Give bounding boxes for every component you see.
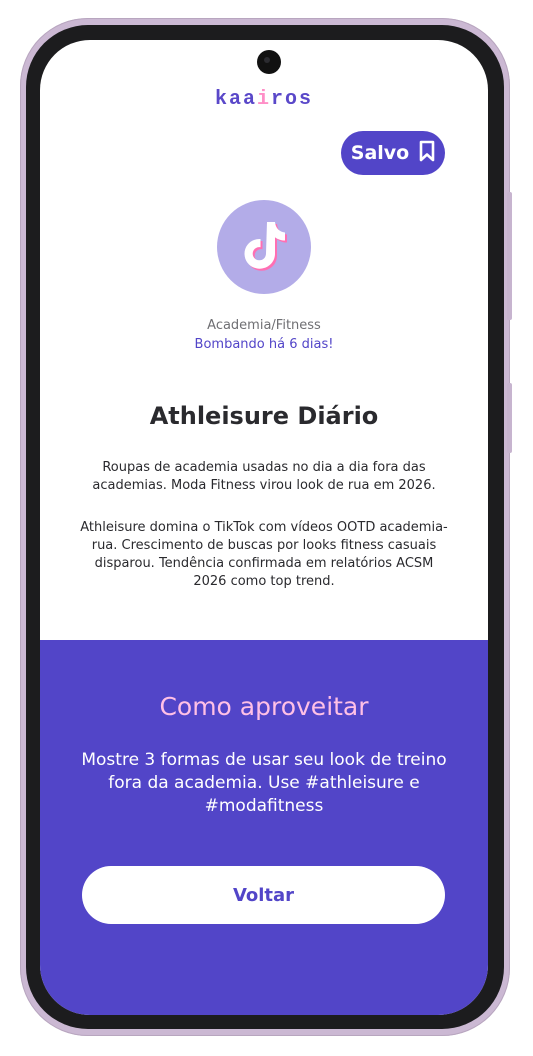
- phone-screen: kaairos Salvo Academia/Fitness Bombando …: [40, 40, 488, 1015]
- saved-label: Salvo: [350, 142, 410, 164]
- back-button[interactable]: Voltar: [82, 866, 445, 924]
- volume-button: [507, 192, 512, 320]
- trending-status: Bombando há 6 dias!: [194, 337, 334, 352]
- how-to-text: Mostre 3 formas de usar seu look de trei…: [81, 750, 447, 816]
- trend-details: Athleisure domina o TikTok com vídeos OO…: [80, 520, 448, 589]
- saved-button[interactable]: Salvo: [341, 131, 445, 175]
- trend-title: Athleisure Diário: [149, 402, 379, 430]
- how-to-section: Como aproveitar Mostre 3 formas de usar …: [40, 640, 488, 1015]
- tiktok-icon: [240, 218, 288, 276]
- how-to-title: Como aproveitar: [159, 692, 369, 721]
- app-logo: kaairos: [214, 88, 314, 111]
- bookmark-icon: [419, 140, 435, 167]
- trend-description: Roupas de academia usadas no dia a dia f…: [92, 460, 436, 493]
- trend-category: Academia/Fitness: [207, 318, 321, 333]
- trend-platform-avatar: [217, 200, 311, 294]
- power-button: [507, 383, 512, 453]
- front-camera: [257, 50, 281, 74]
